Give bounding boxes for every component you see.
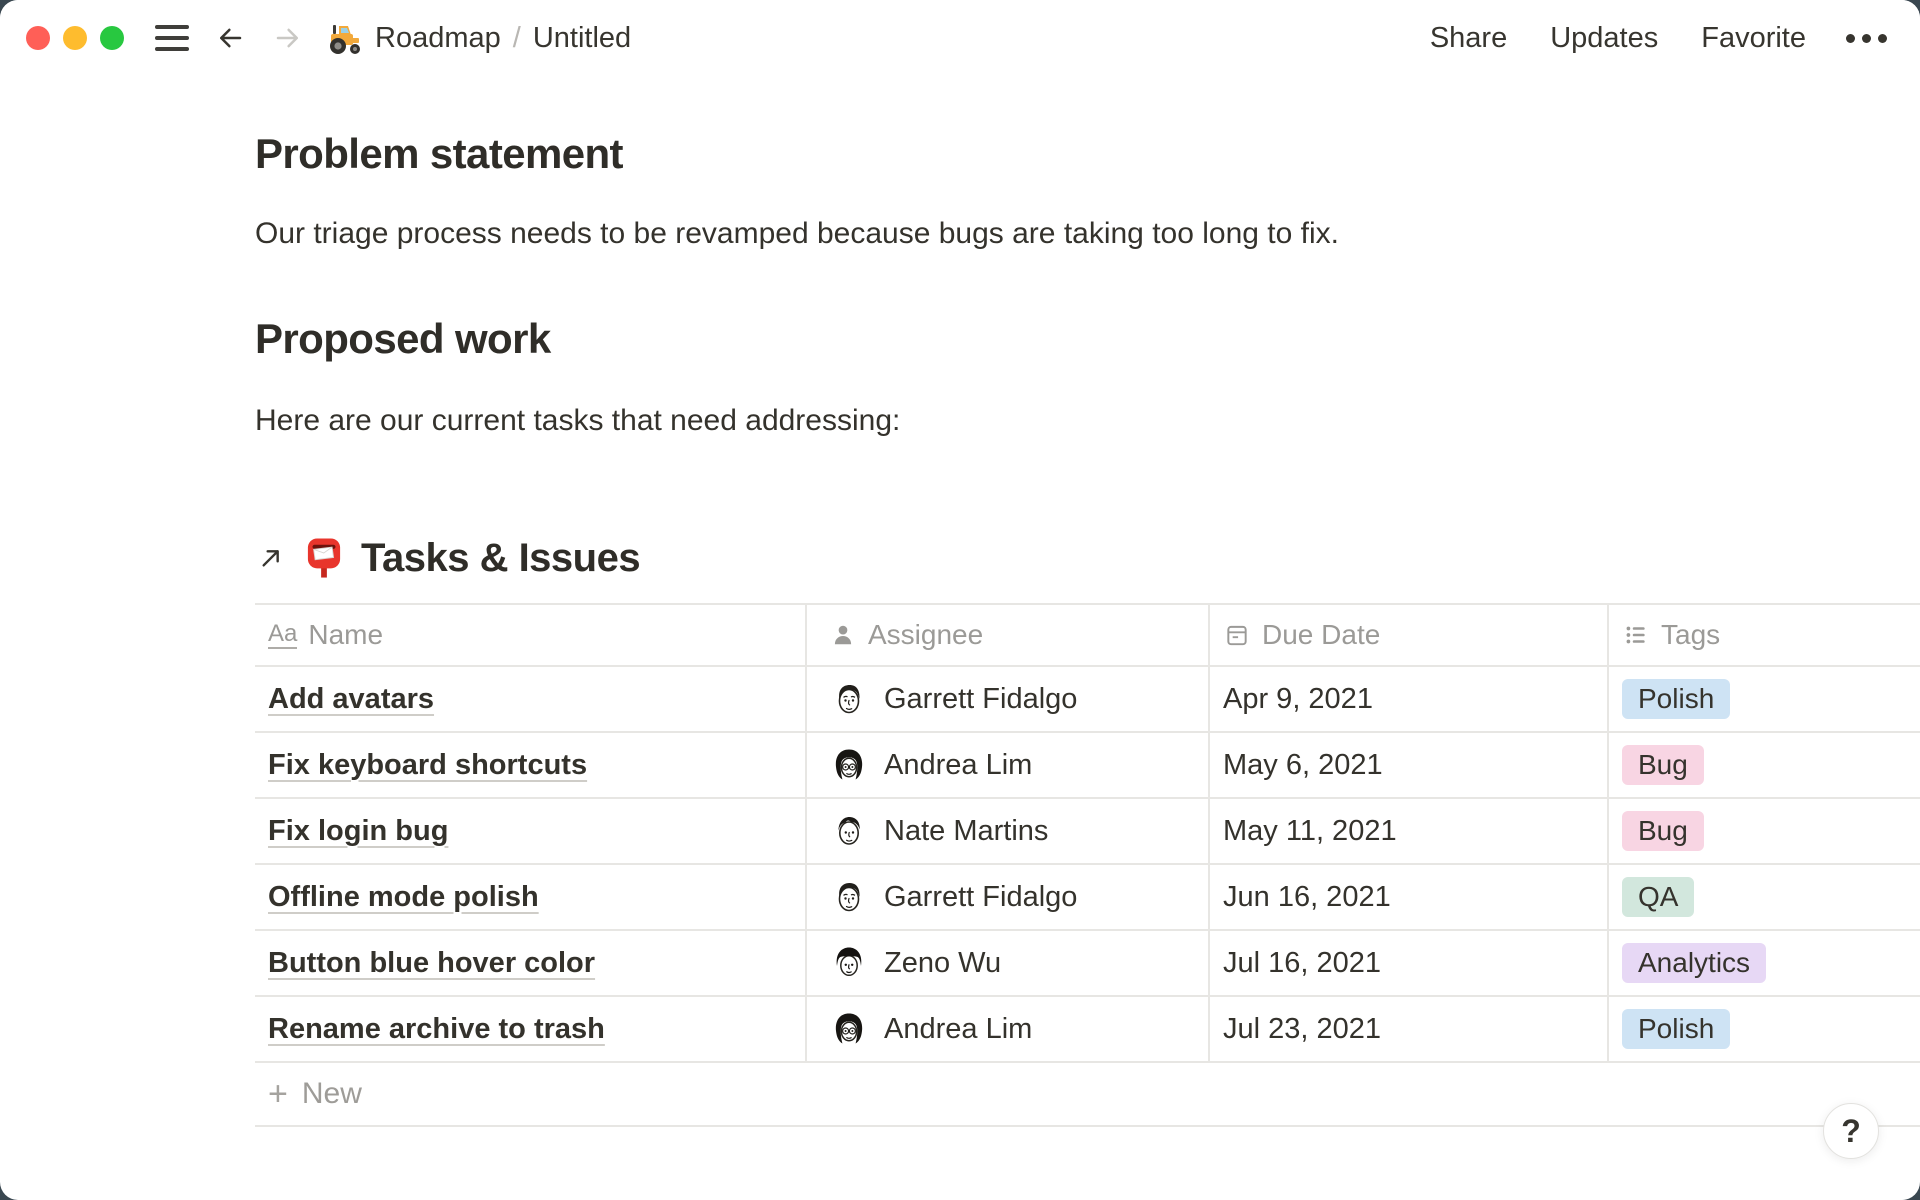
help-question-mark: ? [1841,1113,1861,1150]
avatar [829,811,869,851]
close-window-button[interactable] [26,26,50,50]
assignee-cell[interactable]: Andrea Lim [807,997,1210,1061]
due-date-cell[interactable]: Jul 23, 2021 [1210,997,1609,1061]
table-row: Add avatars Garrett Fidalgo Apr 9, 2021 … [255,665,1920,731]
due-date-cell[interactable]: Jul 16, 2021 [1210,931,1609,995]
add-new-row-button[interactable]: + New [255,1063,1920,1125]
zoom-window-button[interactable] [100,26,124,50]
arrow-right-icon [273,23,303,53]
paragraph-proposed: Here are our current tasks that need add… [255,398,1920,443]
arrow-left-icon [215,23,245,53]
tractor-emoji-icon [325,18,365,58]
column-label: Name [308,619,383,651]
app-window: Roadmap / Untitled Share Updates Favorit… [0,0,1920,1200]
assignee-name: Nate Martins [884,815,1048,848]
assignee-cell[interactable]: Nate Martins [807,799,1210,863]
list-icon [1622,621,1650,649]
tag-pill: Polish [1622,1009,1730,1050]
assignee-name: Garrett Fidalgo [884,683,1077,716]
breadcrumb-separator: / [513,22,521,55]
plus-icon: + [268,1077,288,1111]
assignee-name: Andrea Lim [884,1013,1032,1046]
updates-button[interactable]: Updates [1550,22,1658,55]
tags-cell[interactable]: Polish [1609,667,1920,731]
column-label: Tags [1661,619,1720,651]
tasks-table: Aa Name Assignee Due Date [255,603,1920,1127]
tag-pill: Bug [1622,745,1704,786]
avatar [829,877,869,917]
due-date-cell[interactable]: May 11, 2021 [1210,799,1609,863]
column-label: Assignee [868,619,983,651]
task-name-cell[interactable]: Add avatars [255,667,807,731]
more-options-button[interactable] [1846,34,1887,43]
task-name-cell[interactable]: Button blue hover color [255,931,807,995]
postbox-emoji-icon [301,535,347,581]
text-property-icon: Aa [268,621,297,648]
due-date-cell[interactable]: Apr 9, 2021 [1210,667,1609,731]
assignee-cell[interactable]: Garrett Fidalgo [807,865,1210,929]
table-row: Offline mode polish Garrett Fidalgo Jun … [255,863,1920,929]
assignee-cell[interactable]: Zeno Wu [807,931,1210,995]
tag-pill: Analytics [1622,943,1766,984]
minimize-window-button[interactable] [63,26,87,50]
task-name-cell[interactable]: Rename archive to trash [255,997,807,1061]
back-button[interactable] [213,21,247,55]
collection-title[interactable]: Tasks & Issues [361,536,640,581]
table-row: Rename archive to trash Andrea Lim Jul 2… [255,995,1920,1061]
page-content: Problem statement Our triage process nee… [0,126,1920,1127]
column-header-due-date[interactable]: Due Date [1210,605,1609,665]
tags-cell[interactable]: Bug [1609,799,1920,863]
avatar [829,679,869,719]
column-header-name[interactable]: Aa Name [255,605,807,665]
due-date-cell[interactable]: Jun 16, 2021 [1210,865,1609,929]
open-as-page-arrow-icon[interactable] [255,542,287,574]
breadcrumb-current[interactable]: Untitled [533,22,631,55]
tag-pill: QA [1622,877,1694,918]
section-heading-proposed: Proposed work [255,311,1920,366]
table-row: Fix keyboard shortcuts Andrea Lim May 6,… [255,731,1920,797]
calendar-icon [1223,621,1251,649]
assignee-name: Andrea Lim [884,749,1032,782]
tags-cell[interactable]: Bug [1609,733,1920,797]
tags-cell[interactable]: Analytics [1609,931,1920,995]
assignee-name: Garrett Fidalgo [884,881,1077,914]
assignee-name: Zeno Wu [884,947,1001,980]
breadcrumb-page[interactable]: Roadmap [375,22,501,55]
task-name-cell[interactable]: Fix keyboard shortcuts [255,733,807,797]
due-date-cell[interactable]: May 6, 2021 [1210,733,1609,797]
new-row-label: New [302,1077,362,1111]
avatar [829,1009,869,1049]
tag-pill: Bug [1622,811,1704,852]
share-button[interactable]: Share [1430,22,1507,55]
topbar: Roadmap / Untitled Share Updates Favorit… [0,0,1920,76]
table-header-row: Aa Name Assignee Due Date [255,603,1920,665]
forward-button[interactable] [271,21,305,55]
task-name-cell[interactable]: Offline mode polish [255,865,807,929]
column-header-tags[interactable]: Tags [1609,605,1920,665]
person-icon [829,621,857,649]
assignee-cell[interactable]: Garrett Fidalgo [807,667,1210,731]
help-button[interactable]: ? [1823,1103,1879,1159]
tags-cell[interactable]: QA [1609,865,1920,929]
column-header-assignee[interactable]: Assignee [807,605,1210,665]
tag-pill: Polish [1622,679,1730,720]
collection-header: Tasks & Issues [255,528,1920,588]
favorite-button[interactable]: Favorite [1701,22,1806,55]
paragraph-problem: Our triage process needs to be revamped … [255,211,1920,256]
new-row: + New [255,1061,1920,1127]
column-label: Due Date [1262,619,1380,651]
table-row: Fix login bug Nate Martins May 11, 2021 … [255,797,1920,863]
table-row: Button blue hover color Zeno Wu Jul 16, … [255,929,1920,995]
task-name-cell[interactable]: Fix login bug [255,799,807,863]
section-heading-problem: Problem statement [255,126,1920,181]
traffic-lights [26,26,124,50]
avatar [829,943,869,983]
assignee-cell[interactable]: Andrea Lim [807,733,1210,797]
avatar [829,745,869,785]
sidebar-menu-icon[interactable] [155,25,189,51]
tags-cell[interactable]: Polish [1609,997,1920,1061]
